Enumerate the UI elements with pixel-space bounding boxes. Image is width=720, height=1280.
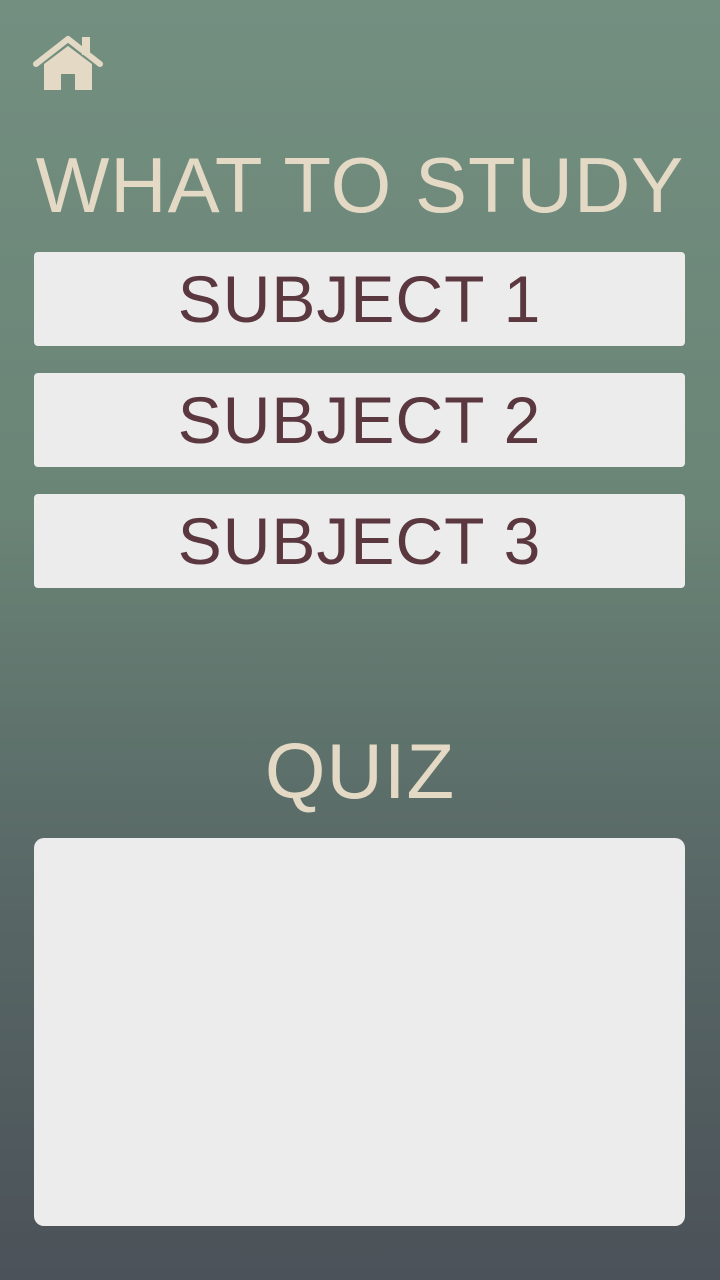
- home-icon: [33, 36, 103, 90]
- subject-2-button[interactable]: SUBJECT 2: [34, 373, 685, 467]
- quiz-title: QUIZ: [264, 727, 456, 815]
- home-button[interactable]: [32, 34, 104, 92]
- subject-3-button[interactable]: SUBJECT 3: [34, 494, 685, 588]
- quiz-panel[interactable]: [34, 838, 685, 1226]
- what-to-study-title: WHAT TO STUDY: [35, 141, 685, 229]
- subject-1-button[interactable]: SUBJECT 1: [34, 252, 685, 346]
